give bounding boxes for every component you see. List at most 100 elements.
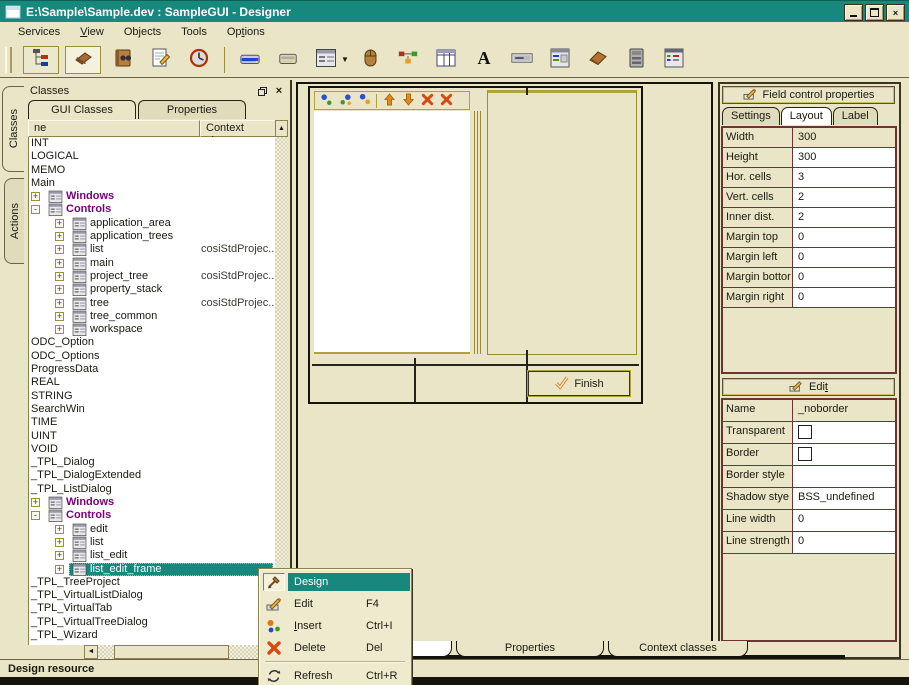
tree-item[interactable]: +main <box>29 257 277 270</box>
hierarchy-button[interactable] <box>23 46 59 74</box>
expand-icon[interactable]: + <box>55 538 64 547</box>
designer-preview-area[interactable] <box>487 90 637 355</box>
collapse-icon[interactable]: - <box>31 205 40 214</box>
property-value[interactable]: 0 <box>793 510 895 532</box>
book-glasses-button[interactable] <box>110 47 136 73</box>
font-a-button[interactable]: A <box>471 47 497 73</box>
tree-item[interactable]: MEMO <box>29 164 277 177</box>
menu-item-services[interactable]: Services <box>8 24 70 40</box>
scrollbar-thumb[interactable] <box>114 645 229 659</box>
tree-item[interactable]: -Controls <box>29 203 277 216</box>
expand-icon[interactable]: + <box>55 245 64 254</box>
close-button[interactable]: × <box>886 4 905 21</box>
bottom-tab-context-classes[interactable]: Context classes <box>608 641 748 657</box>
tree-item[interactable]: Main <box>29 177 277 190</box>
context-menu-item-insert[interactable]: InsertCtrl+I <box>260 615 410 637</box>
tree-item[interactable]: +treecosiStdProjec... <box>29 297 277 310</box>
expand-icon[interactable]: + <box>55 565 64 574</box>
tree-item[interactable]: INT <box>29 137 277 150</box>
nodes-2-button[interactable] <box>337 94 353 108</box>
tree-item[interactable]: +list <box>29 536 277 549</box>
tree-item[interactable]: _TPL_DialogExtended <box>29 469 277 482</box>
context-menu-item-delete[interactable]: DeleteDel <box>260 637 410 659</box>
tree-item[interactable]: +project_treecosiStdProjec... <box>29 270 277 283</box>
dialog-grid-button[interactable] <box>661 47 687 73</box>
kbd-button-button[interactable] <box>509 47 535 73</box>
expand-icon[interactable]: + <box>55 272 64 281</box>
arrow-up-button[interactable] <box>381 94 397 108</box>
expand-icon[interactable]: + <box>31 192 40 201</box>
finish-button[interactable]: Finish <box>528 371 630 396</box>
property-value[interactable]: BSS_undefined <box>793 488 895 510</box>
menu-item-view[interactable]: View <box>70 24 114 40</box>
context-menu-item-design[interactable]: Design <box>260 571 410 593</box>
delete-x-button[interactable] <box>438 94 454 108</box>
property-value[interactable] <box>793 466 895 488</box>
designer-splitter[interactable] <box>474 111 483 354</box>
expand-icon[interactable]: + <box>55 285 64 294</box>
expand-icon[interactable]: + <box>55 219 64 228</box>
tree-item[interactable]: _TPL_Dialog <box>29 456 277 469</box>
tab-gui-classes[interactable]: GUI Classes <box>28 100 136 119</box>
expand-icon[interactable]: + <box>55 525 64 534</box>
expand-icon[interactable]: + <box>55 551 64 560</box>
links-button[interactable] <box>395 47 421 73</box>
scroll-left-button[interactable]: ◄ <box>84 645 98 659</box>
nodes-1-button[interactable] <box>318 94 334 108</box>
minimize-button[interactable] <box>844 4 863 21</box>
tree-item[interactable]: UINT <box>29 430 277 443</box>
scroll-up-button[interactable]: ▲ <box>275 120 288 137</box>
tree-item[interactable]: +property_stack <box>29 283 277 296</box>
context-menu-item-refresh[interactable]: RefreshCtrl+R <box>260 665 410 685</box>
expand-icon[interactable]: + <box>55 259 64 268</box>
property-value[interactable]: 0 <box>793 248 895 268</box>
column-header-name[interactable]: ne <box>28 120 200 137</box>
server-button[interactable] <box>623 47 649 73</box>
properties-tab-settings[interactable]: Settings <box>722 107 780 125</box>
tree-item[interactable]: ODC_Option <box>29 336 277 349</box>
property-value[interactable]: _noborder <box>793 400 895 422</box>
tree-item[interactable]: +edit <box>29 523 277 536</box>
menu-item-objects[interactable]: Objects <box>114 24 171 40</box>
property-value[interactable]: 300 <box>793 148 895 168</box>
tree-item[interactable]: +tree_common <box>29 310 277 323</box>
tree-item[interactable]: STRING <box>29 390 277 403</box>
form-grid-button[interactable] <box>313 47 339 73</box>
property-value[interactable]: 0 <box>793 228 895 248</box>
menu-item-options[interactable]: Options <box>217 24 275 40</box>
properties-tab-layout[interactable]: Layout <box>781 107 832 125</box>
mouse-tool-button[interactable] <box>357 47 383 73</box>
drive-blue-button[interactable] <box>237 47 263 73</box>
tree-item[interactable]: SearchWin <box>29 403 277 416</box>
horizontal-scrollbar[interactable]: ◄ <box>84 645 284 659</box>
field-control-properties-header[interactable]: Field control properties <box>722 86 895 104</box>
tree-item[interactable]: _TPL_VirtualTab <box>29 602 277 615</box>
tree-item[interactable]: +list_edit_frame <box>29 563 277 576</box>
tree-item[interactable]: +listcosiStdProjec... <box>29 243 277 256</box>
tree-item[interactable]: ProgressData <box>29 363 277 376</box>
column-header-context-class[interactable]: Context class <box>200 120 276 137</box>
drive-button[interactable] <box>275 47 301 73</box>
expand-icon[interactable]: + <box>55 325 64 334</box>
expand-icon[interactable]: + <box>55 232 64 241</box>
clock-button[interactable] <box>186 47 212 73</box>
bottom-tab-properties[interactable]: Properties <box>456 641 604 657</box>
tree-item[interactable]: REAL <box>29 376 277 389</box>
form-list-button[interactable] <box>547 47 573 73</box>
arrow-down-button[interactable] <box>400 94 416 108</box>
checkbox-unchecked[interactable] <box>798 447 812 461</box>
property-value[interactable]: 0 <box>793 268 895 288</box>
book-button[interactable] <box>585 47 611 73</box>
tree-item[interactable]: _TPL_ListDialog <box>29 483 277 496</box>
tree-item[interactable]: -Controls <box>29 509 277 522</box>
expand-icon[interactable]: + <box>55 312 64 321</box>
menu-item-tools[interactable]: Tools <box>171 24 217 40</box>
tree-item[interactable]: LOGICAL <box>29 150 277 163</box>
float-panel-button[interactable] <box>255 85 269 98</box>
property-value[interactable] <box>793 422 895 444</box>
expand-icon[interactable]: + <box>31 498 40 507</box>
close-panel-button[interactable]: × <box>272 85 286 98</box>
expand-icon[interactable]: + <box>55 299 64 308</box>
property-value[interactable]: 0 <box>793 532 895 554</box>
table-button[interactable] <box>433 47 459 73</box>
